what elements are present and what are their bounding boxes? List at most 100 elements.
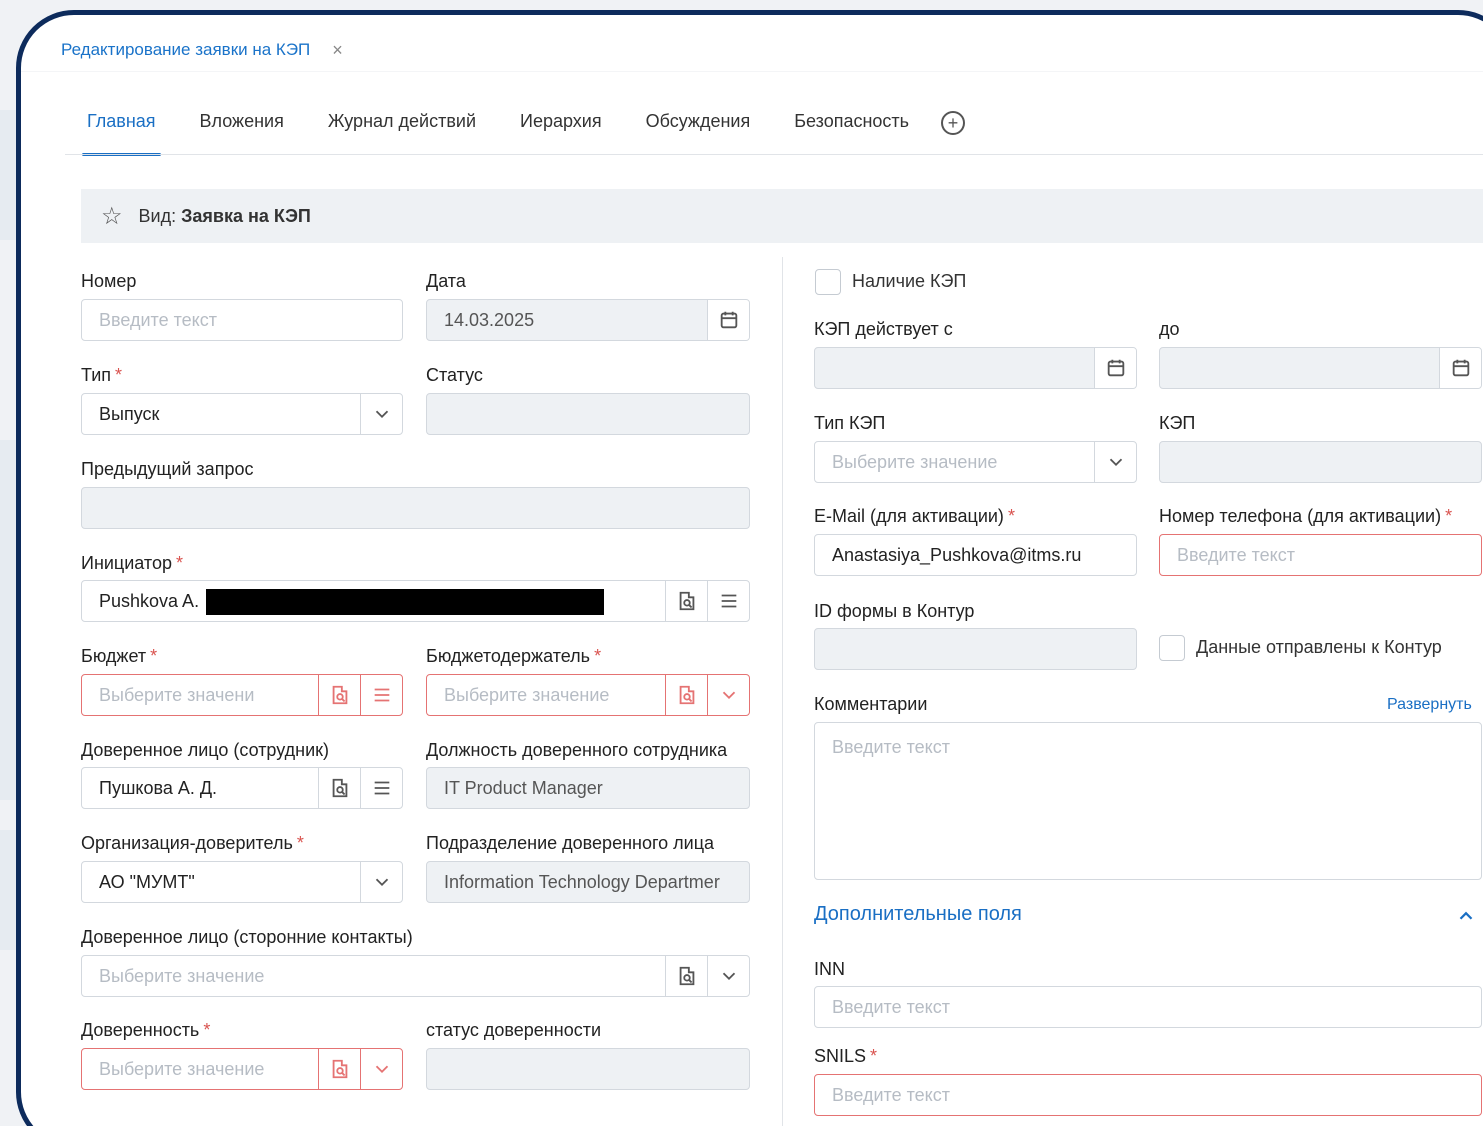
- poa-status-field: [426, 1048, 750, 1090]
- extra-fields-section-title[interactable]: Дополнительные поля: [814, 903, 1022, 926]
- snils-placeholder: Введите текст: [832, 1084, 950, 1105]
- inn-placeholder: Введите текст: [832, 996, 950, 1017]
- view-label: Вид: Заявка на КЭП: [138, 205, 311, 226]
- poa-status-label: статус доверенности: [426, 1020, 601, 1040]
- trustee-external-field[interactable]: Выберите значение: [81, 955, 750, 997]
- comments-label: Комментарии: [814, 694, 928, 714]
- initiator-label: Инициатор *: [81, 553, 183, 573]
- number-placeholder: Введите текст: [99, 309, 217, 330]
- power-of-attorney-label: Доверенность *: [81, 1020, 211, 1040]
- trustee-position-label: Должность доверенного сотрудника: [426, 740, 728, 760]
- calendar-icon[interactable]: [707, 300, 749, 340]
- email-input[interactable]: Anastasiya_Pushkova@itms.ru: [814, 534, 1137, 576]
- has-kep-checkbox[interactable]: [815, 269, 841, 295]
- organization-value: АО "МУМТ": [99, 871, 195, 892]
- inn-input[interactable]: Введите текст: [814, 986, 1482, 1028]
- kep-type-label: Тип КЭП: [814, 413, 886, 433]
- star-icon[interactable]: ☆: [101, 202, 123, 231]
- number-label: Номер: [81, 271, 137, 291]
- previous-request-label: Предыдущий запрос: [81, 459, 254, 479]
- tab-main[interactable]: Главная: [82, 111, 160, 156]
- valid-from-label: КЭП действует с: [814, 319, 953, 339]
- view-value: Заявка на КЭП: [181, 205, 311, 226]
- chevron-down-icon[interactable]: [707, 675, 749, 715]
- budget-holder-field[interactable]: Выберите значение: [426, 674, 750, 716]
- expand-link[interactable]: Развернуть: [1387, 696, 1472, 714]
- comments-textarea[interactable]: Введите текст: [814, 722, 1482, 880]
- budget-placeholder: Выберите значени: [99, 684, 255, 705]
- kontur-id-field: [814, 628, 1137, 670]
- tab-security[interactable]: Безопасность: [794, 111, 909, 156]
- app-window: Редактирование заявки на КЭП × Главная В…: [16, 10, 1483, 1126]
- type-select[interactable]: Выпуск: [81, 393, 403, 435]
- add-tab-icon[interactable]: +: [941, 111, 966, 135]
- column-divider: [782, 257, 783, 1126]
- chevron-down-icon[interactable]: [360, 394, 402, 434]
- tab-bar: Главная Вложения Журнал действий Иерархи…: [65, 111, 966, 156]
- subdivision-field: Information Technology Departmer: [426, 861, 750, 903]
- kep-type-select[interactable]: Выберите значение: [814, 441, 1137, 483]
- date-input[interactable]: 14.03.2025: [426, 299, 750, 341]
- previous-request-field: [81, 487, 750, 529]
- power-of-attorney-placeholder: Выберите значение: [99, 1058, 265, 1079]
- sent-kontur-label: Данные отправлены к Контур: [1196, 637, 1442, 657]
- phone-placeholder: Введите текст: [1177, 544, 1295, 565]
- lookup-icon[interactable]: [665, 956, 707, 996]
- status-field: [426, 393, 750, 435]
- tab-hierarchy[interactable]: Иерархия: [520, 111, 602, 156]
- chevron-down-icon[interactable]: [707, 956, 749, 996]
- lookup-icon[interactable]: [665, 581, 707, 621]
- budget-holder-label: Бюджетодержатель *: [426, 646, 602, 666]
- list-icon[interactable]: [360, 675, 402, 715]
- email-label: E-Mail (для активации) *: [814, 506, 1015, 526]
- lookup-icon[interactable]: [318, 1049, 360, 1089]
- trustee-employee-value: Пушкова А. Д.: [99, 777, 218, 798]
- trustee-external-label: Доверенное лицо (сторонние контакты): [81, 927, 413, 947]
- chevron-down-icon[interactable]: [1094, 442, 1136, 482]
- document-tab-title[interactable]: Редактирование заявки на КЭП: [61, 40, 310, 60]
- type-label: Тип *: [81, 365, 123, 385]
- close-icon[interactable]: ×: [332, 40, 343, 61]
- valid-to-input[interactable]: [1159, 347, 1482, 389]
- calendar-icon[interactable]: [1439, 348, 1481, 388]
- document-tab[interactable]: Редактирование заявки на КЭП ×: [43, 29, 361, 71]
- trustee-external-placeholder: Выберите значение: [99, 965, 265, 986]
- organization-label: Организация-доверитель *: [81, 833, 304, 853]
- tab-action-log[interactable]: Журнал действий: [328, 111, 476, 156]
- trustee-position-field: IT Product Manager: [426, 767, 750, 809]
- chevron-down-icon[interactable]: [360, 862, 402, 902]
- sent-kontur-checkbox[interactable]: [1159, 635, 1185, 661]
- snils-input[interactable]: Введите текст: [814, 1074, 1482, 1116]
- comments-placeholder: Введите текст: [832, 737, 950, 757]
- kontur-id-label: ID формы в Контур: [814, 601, 975, 621]
- has-kep-label: Наличие КЭП: [852, 271, 967, 291]
- trustee-position-value: IT Product Manager: [444, 777, 603, 798]
- tab-attachments[interactable]: Вложения: [200, 111, 284, 156]
- redaction-bar: [206, 589, 604, 615]
- trustee-employee-field[interactable]: Пушкова А. Д.: [81, 767, 403, 809]
- email-value: Anastasiya_Pushkova@itms.ru: [832, 544, 1082, 565]
- budget-field[interactable]: Выберите значени: [81, 674, 403, 716]
- lookup-icon[interactable]: [318, 675, 360, 715]
- lookup-icon[interactable]: [665, 675, 707, 715]
- date-label: Дата: [426, 271, 466, 291]
- kep-label: КЭП: [1159, 413, 1196, 433]
- tab-discussions[interactable]: Обсуждения: [646, 111, 751, 156]
- lookup-icon[interactable]: [318, 768, 360, 808]
- chevron-down-icon[interactable]: [360, 1049, 402, 1089]
- status-label: Статус: [426, 365, 483, 385]
- budget-label: Бюджет *: [81, 646, 158, 666]
- list-icon[interactable]: [360, 768, 402, 808]
- phone-input[interactable]: Введите текст: [1159, 534, 1482, 576]
- valid-from-input[interactable]: [814, 347, 1137, 389]
- inn-label: INN: [814, 959, 845, 979]
- calendar-icon[interactable]: [1094, 348, 1136, 388]
- initiator-field[interactable]: Pushkova A.: [81, 580, 750, 622]
- list-icon[interactable]: [707, 581, 749, 621]
- number-input[interactable]: Введите текст: [81, 299, 403, 341]
- chevron-up-icon[interactable]: [1455, 905, 1477, 933]
- phone-label: Номер телефона (для активации) *: [1159, 506, 1453, 526]
- tabs-divider: [65, 154, 1483, 155]
- power-of-attorney-field[interactable]: Выберите значение: [81, 1048, 403, 1090]
- organization-select[interactable]: АО "МУМТ": [81, 861, 403, 903]
